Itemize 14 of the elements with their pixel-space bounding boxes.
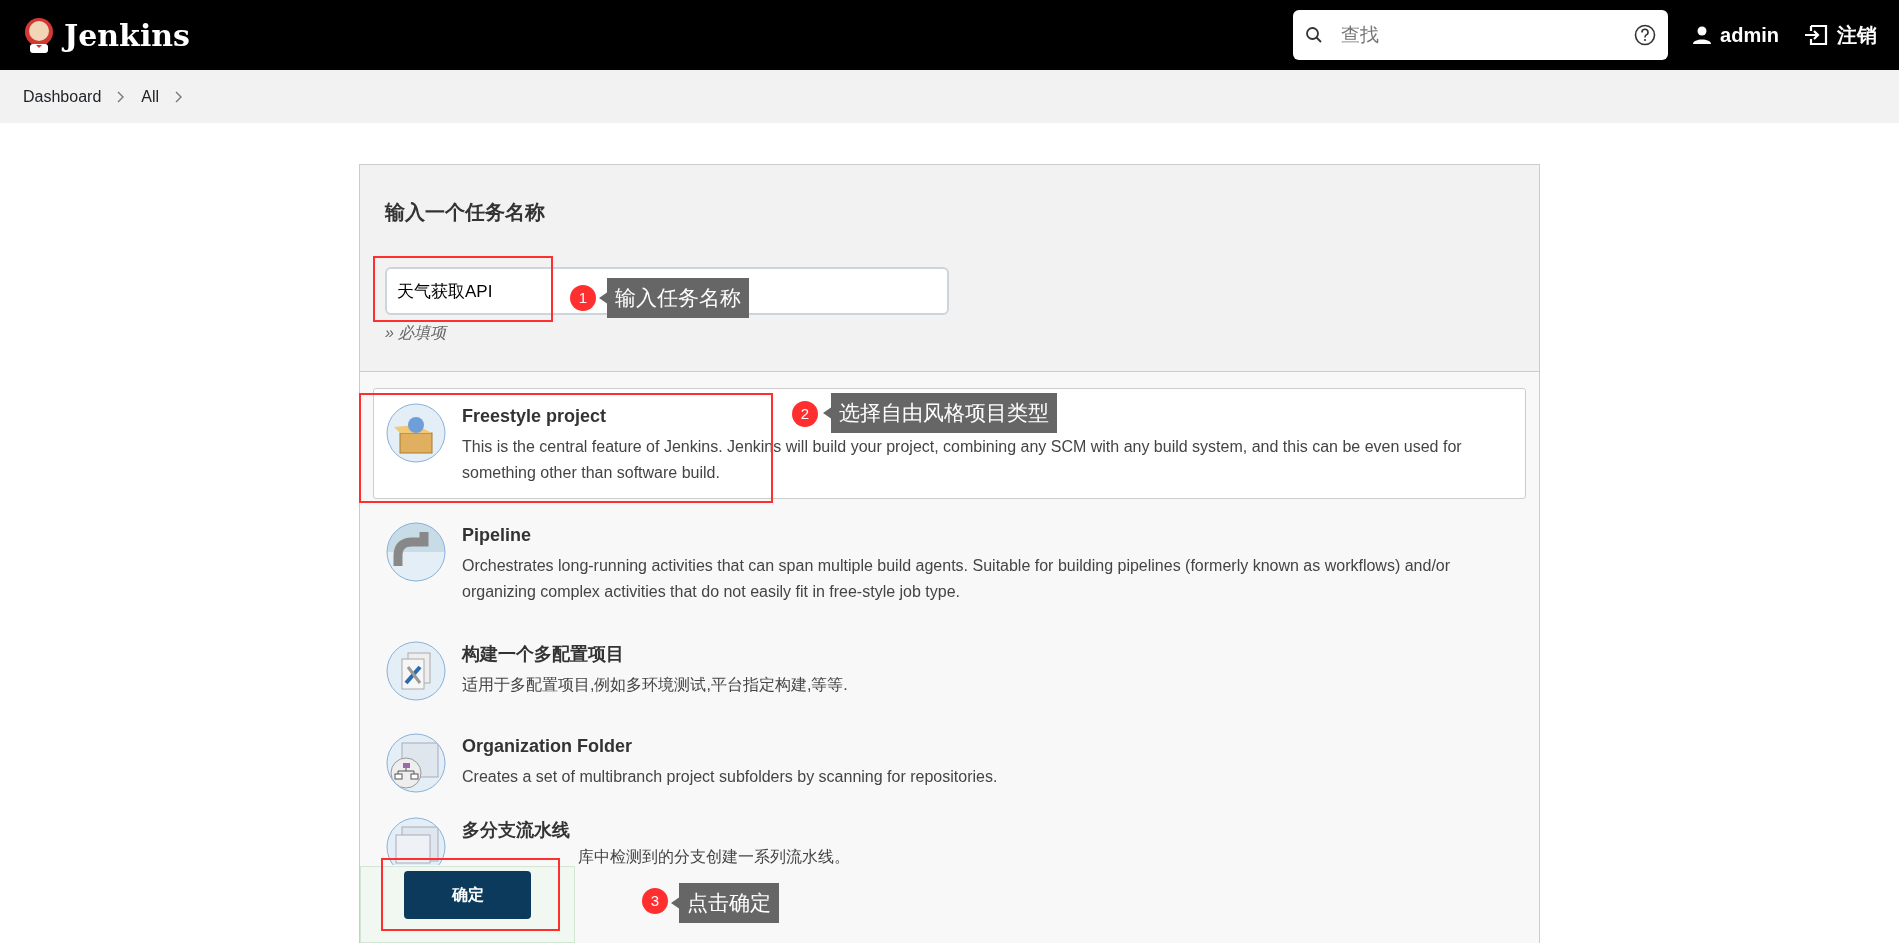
item-description: Creates a set of multibranch project subfolders by scanning for repositories. <box>462 767 998 787</box>
annotation-callout: 输入任务名称 <box>599 278 749 318</box>
item-description: 库中检测到的分支创建一系列流水线。 <box>577 848 850 865</box>
item-title: Organization Folder <box>462 735 632 758</box>
annotation-callout: 点击确定 <box>671 883 779 923</box>
annotation-callout: 选择自由风格项目类型 <box>823 393 1057 433</box>
form-title: 输入一个任务名称 <box>385 200 546 225</box>
item-description: Orchestrates long-running activities that can span multiple build agents. Suitable for building pipelines (formerly known as workflows) and/or organizing complex activities that do not easily fit in free-style job type. <box>462 556 1452 602</box>
item-title: 多分支流水线 <box>462 819 570 842</box>
item-description: 适用于多配置项目,例如多环境测试,平台指定构建,等等. <box>462 675 848 695</box>
item-title: 构建一个多配置项目 <box>462 643 624 666</box>
required-note: » 必填项 <box>385 323 449 343</box>
item-title: Pipeline <box>462 524 532 547</box>
item-title: Freestyle project <box>462 405 607 428</box>
